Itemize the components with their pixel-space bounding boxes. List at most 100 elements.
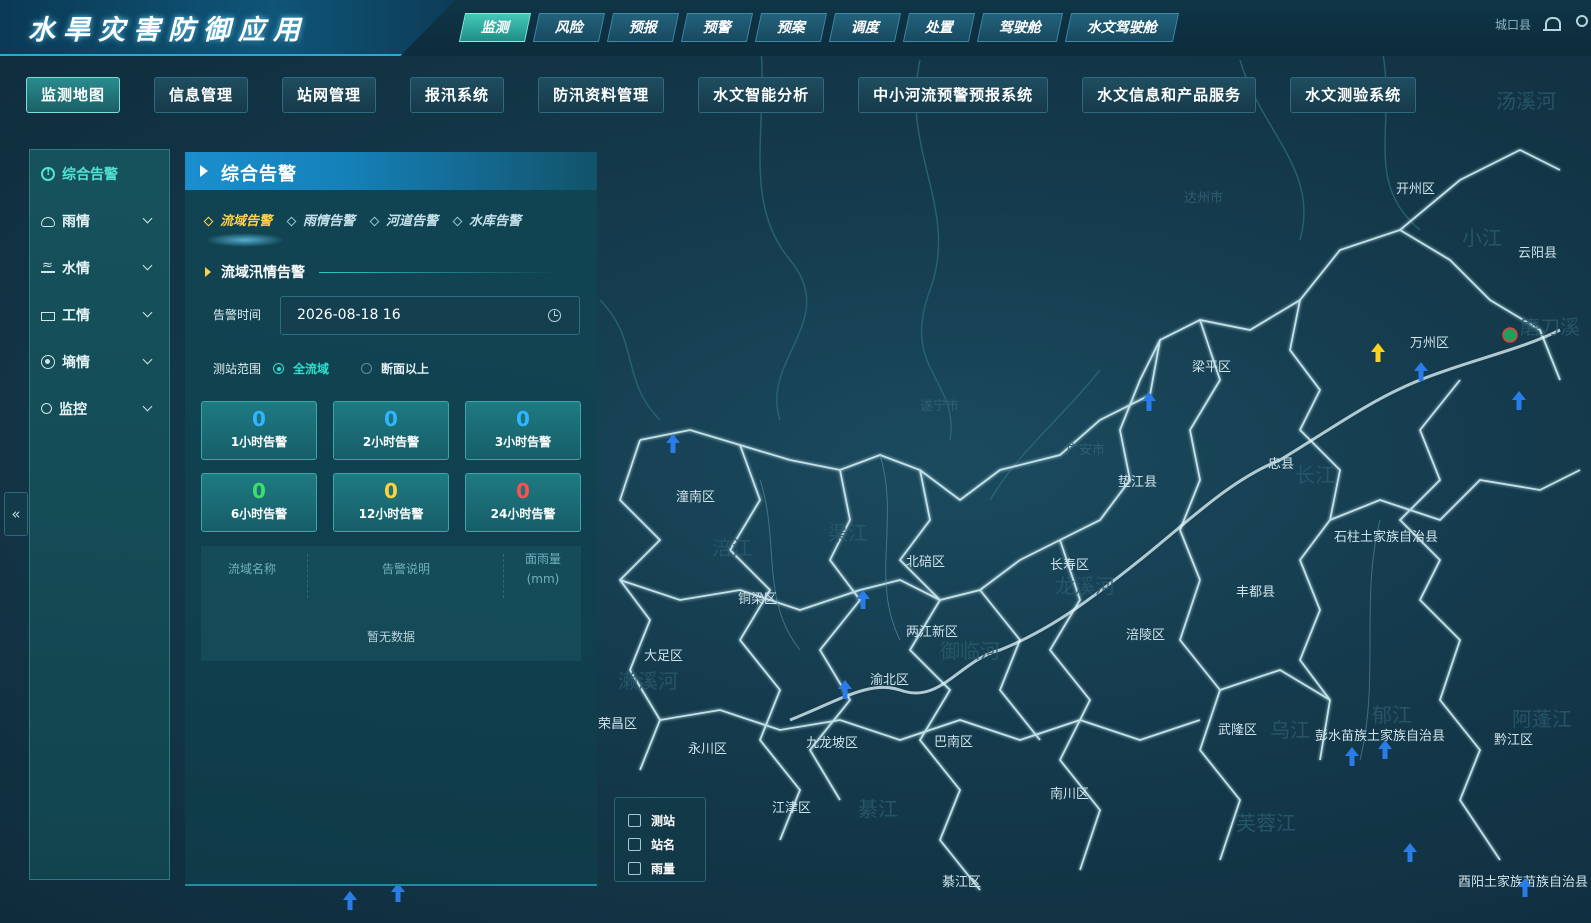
top-tab-monitor[interactable]: 监测 <box>458 13 532 42</box>
stat-label: 2小时告警 <box>362 435 420 449</box>
district-label: 垫江县 <box>1118 474 1157 490</box>
sidebar-item-label: 综合告警 <box>62 166 118 183</box>
stat-card-12h[interactable]: 0 12小时告警 <box>333 473 449 532</box>
station-arrow-icon <box>1403 843 1417 862</box>
stat-label: 3小时告警 <box>494 435 552 449</box>
sidebar-item-water[interactable]: 水情 <box>30 244 169 291</box>
top-tab-risk[interactable]: 风险 <box>532 13 606 42</box>
scope-row: 测站范围 全流域 断面以上 <box>213 360 429 377</box>
district-label: 石柱土家族自治县 <box>1334 529 1438 545</box>
sub-tab-monitor-map[interactable]: 监测地图 <box>26 77 121 113</box>
district-label: 永川区 <box>688 742 727 757</box>
tab-river-alert[interactable]: 河道告警 <box>369 210 438 229</box>
sidebar-item-rain[interactable]: 雨情 <box>30 197 169 244</box>
diamond-icon <box>369 216 380 227</box>
district-label: 丰都县 <box>1236 585 1275 600</box>
city-label: 遂宁市 <box>920 398 959 414</box>
sub-tab-flood-docs[interactable]: 防汛资料管理 <box>538 77 665 113</box>
river-label: 汤溪河 <box>1496 89 1556 113</box>
chevron-down-icon <box>142 213 153 224</box>
sidebar-item-soil[interactable]: 墒情 <box>30 338 169 385</box>
panel-title: 综合告警 <box>221 164 297 185</box>
station-arrow-icon <box>666 434 680 453</box>
cloud-rain-icon <box>41 216 55 227</box>
district-label: 开州区 <box>1396 182 1435 197</box>
active-tab-indicator <box>205 233 285 247</box>
district-label: 长寿区 <box>1050 558 1089 573</box>
top-tab-warning[interactable]: 预警 <box>680 13 754 42</box>
play-arrow-icon <box>200 165 208 177</box>
scope-radio-upstream[interactable]: 断面以上 <box>361 360 429 377</box>
sub-tab-flood-report[interactable]: 报汛系统 <box>410 77 505 113</box>
sidebar-item-alert[interactable]: 综合告警 <box>30 150 169 197</box>
stat-label: 24小时告警 <box>490 507 556 521</box>
checkbox[interactable] <box>628 813 641 827</box>
column-header-desc[interactable]: 告警说明 <box>309 560 503 578</box>
sub-tab-hydro-survey[interactable]: 水文测验系统 <box>1290 77 1417 113</box>
top-tab-dispatch[interactable]: 调度 <box>828 13 902 42</box>
column-header-basin[interactable]: 流域名称 <box>205 560 299 578</box>
sub-tab-station-network[interactable]: 站网管理 <box>282 77 377 113</box>
alert-stats: 0 1小时告警 0 2小时告警 0 3小时告警 0 6小时告警 0 12小时告警… <box>201 401 581 532</box>
river-label: 磨刀溪 <box>1520 315 1580 339</box>
stat-card-3h[interactable]: 0 3小时告警 <box>465 401 581 460</box>
alert-time-input[interactable]: 2026-08-18 16 <box>280 296 580 335</box>
collapse-sidebar-button[interactable]: « <box>4 492 28 536</box>
layer-toggle-panel: 测站 站名 雨量 <box>614 797 706 882</box>
sidebar-item-monitor[interactable]: 监控 <box>30 385 169 432</box>
time-row: 告警时间 <box>213 306 261 323</box>
tab-reservoir-alert[interactable]: 水库告警 <box>452 210 521 229</box>
top-tab-handle[interactable]: 处置 <box>902 13 976 42</box>
river-label: 小江 <box>1462 226 1502 250</box>
checkbox[interactable] <box>628 837 641 851</box>
station-arrow-icon <box>1142 392 1156 411</box>
stat-value: 0 <box>384 479 398 503</box>
diamond-icon <box>452 216 463 227</box>
bell-icon[interactable] <box>1541 14 1561 34</box>
sub-tab-small-river-warning[interactable]: 中小河流预警预报系统 <box>858 77 1049 113</box>
diamond-icon <box>203 216 214 227</box>
sidebar-item-engineering[interactable]: 工情 <box>30 291 169 338</box>
river-label: 渠江 <box>828 521 868 545</box>
station-arrow-icon <box>1345 747 1359 766</box>
tab-basin-alert[interactable]: 流域告警 <box>203 210 272 229</box>
stat-value: 0 <box>384 407 398 431</box>
alert-table: 流域名称 告警说明 面雨量 (mm) 暂无数据 <box>201 546 581 661</box>
top-tab-forecast[interactable]: 预报 <box>606 13 680 42</box>
stat-card-24h[interactable]: 0 24小时告警 <box>465 473 581 532</box>
top-tab-hydro-cockpit[interactable]: 水文驾驶舱 <box>1064 13 1180 42</box>
layer-toggle-station[interactable]: 测站 <box>628 808 705 832</box>
left-sidebar: 综合告警 雨情 水情 工情 墒情 监控 <box>29 149 170 880</box>
stat-card-6h[interactable]: 0 6小时告警 <box>201 473 317 532</box>
layer-toggle-rainfall[interactable]: 雨量 <box>628 856 705 880</box>
time-label: 告警时间 <box>213 308 262 322</box>
chevron-down-icon <box>142 401 153 412</box>
sidebar-item-label: 工情 <box>62 307 90 324</box>
river-label: 长江 <box>1295 463 1335 487</box>
diamond-icon <box>286 216 297 227</box>
stat-card-2h[interactable]: 0 2小时告警 <box>333 401 449 460</box>
district-label: 綦江区 <box>942 875 981 890</box>
user-icon[interactable] <box>1571 14 1591 34</box>
sub-tab-hydro-info-service[interactable]: 水文信息和产品服务 <box>1082 77 1257 113</box>
sidebar-item-label: 雨情 <box>62 213 90 230</box>
checkbox[interactable] <box>628 861 641 875</box>
sub-tab-info-manage[interactable]: 信息管理 <box>154 77 249 113</box>
stat-label: 12小时告警 <box>358 507 424 521</box>
sub-tab-hydro-analysis[interactable]: 水文智能分析 <box>698 77 825 113</box>
soil-icon <box>41 354 55 369</box>
district-label: 两江新区 <box>906 624 958 640</box>
station-arrow-icon <box>1371 343 1385 362</box>
clock-icon <box>548 309 561 322</box>
scope-radio-all[interactable]: 全流域 <box>273 360 329 377</box>
column-header-rainfall[interactable]: 面雨量 <box>505 550 581 568</box>
chevron-down-icon <box>142 354 153 365</box>
stat-card-1h[interactable]: 0 1小时告警 <box>201 401 317 460</box>
scope-label: 测站范围 <box>213 362 262 376</box>
top-tab-cockpit[interactable]: 驾驶舱 <box>976 13 1064 42</box>
tab-rain-alert[interactable]: 雨情告警 <box>286 210 355 229</box>
layer-toggle-station-name[interactable]: 站名 <box>628 832 705 856</box>
district-label: 涪陵区 <box>1126 628 1165 643</box>
top-right-tools: 城口县 <box>1495 14 1591 34</box>
top-tab-plan[interactable]: 预案 <box>754 13 828 42</box>
